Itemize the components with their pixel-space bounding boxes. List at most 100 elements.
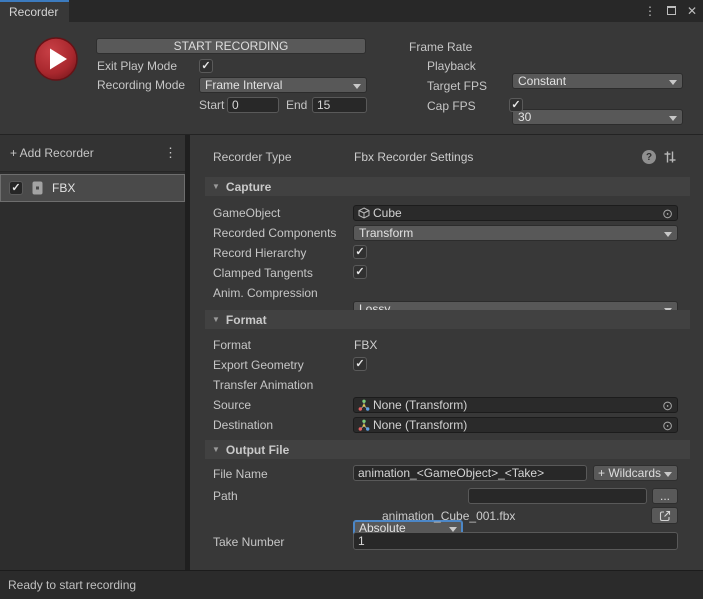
object-picker-icon[interactable]: ⊙ — [662, 207, 673, 220]
foldout-icon: ▼ — [212, 183, 220, 191]
add-recorder-button[interactable]: + Add Recorder — [10, 146, 94, 160]
chevron-down-icon — [669, 80, 677, 85]
recorder-list-item-fbx[interactable]: ✓ FBX — [0, 174, 185, 202]
section-format[interactable]: ▼ Format — [205, 310, 690, 329]
recorder-item-label: FBX — [52, 181, 75, 195]
chevron-down-icon — [664, 232, 672, 237]
path-label: Path — [213, 489, 238, 503]
exit-play-mode-checkbox[interactable]: ✓ — [199, 59, 213, 73]
take-number-label: Take Number — [213, 535, 284, 549]
destination-field[interactable]: None (Transform) ⊙ — [353, 417, 678, 433]
open-output-location-button[interactable] — [651, 507, 678, 524]
export-geometry-label: Export Geometry — [213, 358, 304, 372]
gameobject-label: GameObject — [213, 206, 280, 220]
open-external-icon — [659, 510, 671, 522]
gameobject-field[interactable]: Cube ⊙ — [353, 205, 678, 221]
playback-value: Constant — [518, 74, 566, 88]
window-controls: ⋮ ✕ — [644, 0, 697, 22]
output-file-preview: animation_Cube_001.fbx — [382, 509, 515, 523]
close-icon[interactable]: ✕ — [687, 5, 697, 17]
check-icon: ✓ — [511, 100, 520, 111]
check-icon: ✓ — [201, 61, 210, 72]
source-value: None (Transform) — [373, 398, 467, 412]
end-frame-input[interactable] — [312, 97, 367, 113]
start-recording-label: START RECORDING — [174, 39, 289, 53]
cap-fps-checkbox[interactable]: ✓ — [509, 98, 523, 112]
recording-mode-value: Frame Interval — [205, 78, 282, 92]
destination-label: Destination — [213, 418, 273, 432]
start-frame-label: Start — [199, 98, 224, 112]
take-number-input[interactable] — [353, 532, 678, 550]
recorder-list-menu-icon[interactable]: ⋮ — [164, 145, 177, 161]
maximize-icon[interactable] — [667, 5, 676, 17]
section-capture-title: Capture — [226, 180, 271, 194]
check-icon: ✓ — [355, 247, 364, 258]
browse-button[interactable]: ... — [652, 488, 678, 504]
status-text: Ready to start recording — [8, 578, 136, 592]
gameobject-value: Cube — [373, 206, 402, 220]
recorder-window: Recorder ⋮ ✕ — [0, 0, 703, 599]
frame-rate-title: Frame Rate — [409, 40, 472, 54]
recorder-list-panel: + Add Recorder ⋮ ✓ FBX — [0, 135, 185, 570]
file-name-input[interactable] — [353, 465, 587, 481]
transform-icon — [358, 399, 370, 411]
playback-dropdown[interactable]: Constant — [512, 73, 683, 89]
transfer-animation-label: Transfer Animation — [213, 378, 313, 392]
recorder-file-icon — [32, 181, 43, 195]
cube-icon — [358, 207, 370, 219]
start-frame-input[interactable] — [227, 97, 279, 113]
wildcards-button[interactable]: + Wildcards — [593, 465, 678, 481]
recorded-components-value: Transform — [359, 226, 413, 240]
tab-title: Recorder — [9, 5, 58, 19]
source-label: Source — [213, 398, 251, 412]
format-label: Format — [213, 338, 251, 352]
path-input[interactable] — [468, 488, 647, 504]
object-picker-icon[interactable]: ⊙ — [662, 399, 673, 412]
help-icon[interactable]: ? — [642, 150, 656, 164]
end-frame-label: End — [286, 98, 307, 112]
clamped-tangents-label: Clamped Tangents — [213, 266, 313, 280]
help-glyph: ? — [646, 152, 652, 163]
check-icon: ✓ — [11, 183, 20, 194]
browse-label: ... — [660, 489, 670, 503]
start-recording-button[interactable]: START RECORDING — [96, 38, 366, 54]
check-icon: ✓ — [355, 359, 364, 370]
section-format-title: Format — [226, 313, 267, 327]
recorder-type-label: Recorder Type — [213, 150, 292, 164]
clamped-tangents-checkbox[interactable]: ✓ — [353, 265, 367, 279]
source-field[interactable]: None (Transform) ⊙ — [353, 397, 678, 413]
target-fps-value: 30 — [518, 110, 531, 124]
exit-play-mode-label: Exit Play Mode — [97, 59, 177, 73]
destination-value: None (Transform) — [373, 418, 467, 432]
recorder-settings-panel: Recorder Type Fbx Recorder Settings ? ▼ … — [190, 135, 703, 570]
record-icon — [33, 36, 79, 82]
foldout-icon: ▼ — [212, 316, 220, 324]
tab-recorder[interactable]: Recorder — [0, 0, 69, 22]
recorded-components-label: Recorded Components — [213, 226, 336, 240]
section-output-file-title: Output File — [226, 443, 289, 457]
recorder-enabled-checkbox[interactable]: ✓ — [9, 181, 23, 195]
status-bar: Ready to start recording — [0, 570, 703, 599]
record-hierarchy-checkbox[interactable]: ✓ — [353, 245, 367, 259]
recording-mode-dropdown[interactable]: Frame Interval — [199, 77, 367, 93]
record-button[interactable] — [33, 36, 79, 82]
file-name-label: File Name — [213, 467, 268, 481]
recorded-components-dropdown[interactable]: Transform — [353, 225, 678, 241]
export-geometry-checkbox[interactable]: ✓ — [353, 357, 367, 371]
object-picker-icon[interactable]: ⊙ — [662, 419, 673, 432]
section-output-file[interactable]: ▼ Output File — [205, 440, 690, 459]
section-capture[interactable]: ▼ Capture — [205, 177, 690, 196]
check-icon: ✓ — [355, 267, 364, 278]
recorder-list-header: + Add Recorder ⋮ — [0, 135, 185, 172]
cap-fps-label: Cap FPS — [427, 99, 476, 113]
playback-label: Playback — [427, 59, 476, 73]
preset-icon[interactable] — [663, 150, 677, 167]
anim-compression-label: Anim. Compression — [213, 286, 318, 300]
record-hierarchy-label: Record Hierarchy — [213, 246, 306, 260]
format-value: FBX — [354, 338, 377, 352]
target-fps-dropdown[interactable]: 30 — [512, 109, 683, 125]
window-menu-icon[interactable]: ⋮ — [644, 5, 656, 17]
transform-icon — [358, 419, 370, 431]
chevron-down-icon — [353, 84, 361, 89]
chevron-down-icon — [664, 472, 672, 477]
